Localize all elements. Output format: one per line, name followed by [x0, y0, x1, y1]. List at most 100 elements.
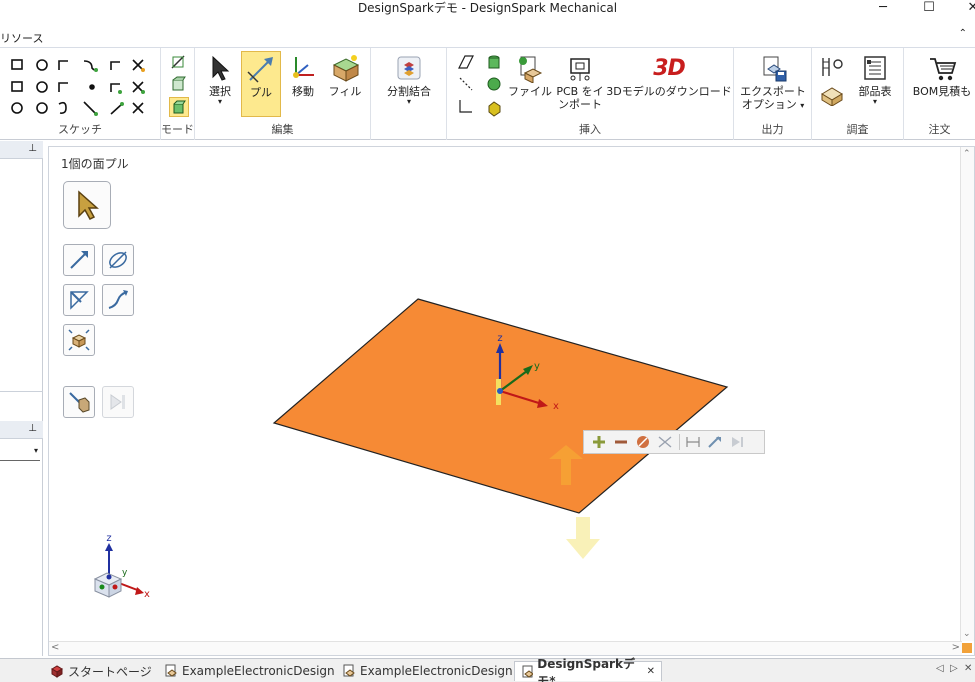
document-tabs: スタートページ ExampleElectronicDesign ExampleE… — [0, 657, 975, 682]
sketch-mode-icon[interactable] — [170, 54, 186, 70]
doc-tab-example-2[interactable]: ExampleElectronicDesign — [336, 661, 519, 681]
orient-z-label: z — [106, 533, 111, 544]
doc-tab-label: ExampleElectronicDesign — [182, 664, 335, 678]
pin-icon[interactable]: ⊥ — [28, 423, 37, 434]
file-insert-icon — [513, 51, 547, 85]
group-edit: 選択 ▾ プル 移動 フィル 編集 — [195, 48, 371, 140]
model-scene[interactable]: z y x z y x — [49, 147, 962, 641]
export-options-button[interactable]: エクスポート オプション ▾ — [738, 51, 808, 117]
move-button[interactable]: 移動 — [283, 51, 323, 117]
group-label-insert: 挿入 — [579, 123, 601, 136]
group-label-mode: モード — [161, 123, 194, 136]
close-all-tabs-icon[interactable]: ✕ — [964, 663, 972, 674]
minimize-button[interactable]: ─ — [868, 0, 898, 18]
horizontal-scrollbar[interactable]: < > — [49, 641, 962, 655]
split-combine-icon — [392, 51, 426, 85]
pcb-import-button[interactable]: PCB をイ ンポート — [553, 51, 607, 117]
ribbon: スケッチ モード 選択 ▾ プル 移動 フィル 編集 分割結合 ▾ ファイル P… — [0, 48, 975, 140]
ruler-icon[interactable] — [704, 432, 726, 452]
minus-icon[interactable] — [610, 432, 632, 452]
vertical-scrollbar[interactable]: ⌃ ⌄ — [960, 147, 974, 641]
pull-handle-down-arrow[interactable] — [566, 517, 600, 559]
panel-divider — [0, 391, 43, 392]
pcb-import-label-2: ンポート — [558, 98, 602, 111]
tab-scroll-left-icon[interactable]: ◁ — [936, 663, 944, 674]
split-combine-button[interactable]: 分割結合 ▾ — [379, 51, 439, 117]
pin-icon[interactable]: ⊥ — [28, 143, 37, 154]
export-icon — [756, 51, 790, 85]
skip-icon[interactable] — [726, 432, 748, 452]
group-inspect: 部品表 ▾ 調査 — [812, 48, 904, 140]
close-tab-icon[interactable]: ✕ — [647, 666, 655, 677]
doc-tab-designspark-demo[interactable]: DesignSparkデモ* ✕ — [514, 657, 662, 682]
stop-icon[interactable] — [632, 432, 654, 452]
fill-button[interactable]: フィル — [325, 51, 365, 117]
bom-quote-button[interactable]: BOM見積も — [910, 51, 974, 117]
plus-icon[interactable] — [588, 432, 610, 452]
triad-x-label: x — [553, 401, 559, 412]
3d-logo-text: 3D — [653, 55, 686, 81]
design-file-icon — [343, 664, 355, 677]
pcb-icon — [563, 51, 597, 85]
orientation-indicator[interactable]: z y x — [93, 533, 150, 600]
doc-tab-example-1[interactable]: ExampleElectronicDesign — [158, 661, 341, 681]
group-insert: ファイル PCB をイ ンポート 3D 3Dモデルのダウンロード 挿入 — [447, 48, 734, 140]
selected-face[interactable] — [272, 298, 729, 514]
file-insert-button[interactable]: ファイル — [508, 51, 552, 117]
select-button[interactable]: 選択 ▾ — [201, 51, 239, 117]
measure-pull-icon[interactable] — [682, 432, 704, 452]
title-bar: DesignSparkデモ - DesignSpark Mechanical ─… — [0, 0, 975, 22]
move-label: 移動 — [292, 85, 314, 98]
measure-icon[interactable] — [820, 56, 844, 78]
fill-label: フィル — [328, 85, 362, 98]
section-mode-icon[interactable] — [170, 76, 186, 92]
move-icon — [286, 51, 320, 85]
ribbon-collapse-icon[interactable]: ⌃ — [959, 28, 967, 39]
doc-tab-label: ExampleElectronicDesign — [360, 664, 513, 678]
cart-icon — [925, 51, 959, 85]
triad-z-label: z — [497, 333, 502, 344]
doc-tab-label: スタートページ — [68, 664, 152, 679]
design-file-icon — [165, 664, 177, 677]
bom-quote-label: BOM見積も — [912, 85, 972, 98]
parts-list-icon — [858, 51, 892, 85]
tab-scroll-right-icon[interactable]: ▷ — [950, 663, 958, 674]
3d-logo-icon: 3D — [639, 51, 699, 85]
options-dropdown[interactable]: ▾ — [0, 443, 40, 461]
insert-shapes-icons[interactable] — [457, 54, 507, 120]
group-mode: モード — [161, 48, 195, 140]
cursor-icon — [203, 51, 237, 85]
structure-panel-header: ⊥ — [0, 141, 43, 159]
group-label-order: 注文 — [928, 123, 951, 136]
doc-tab-label: DesignSparkデモ* — [537, 656, 635, 682]
resize-grip[interactable] — [962, 643, 972, 653]
orient-x-label: x — [144, 589, 150, 600]
design-viewport[interactable]: 1個の面プル z y x z y x ⌃ ⌄ < > — [48, 146, 975, 656]
3d-mode-icon[interactable] — [169, 97, 189, 117]
group-label-inspect: 調査 — [846, 123, 869, 136]
group-label-sketch: スケッチ — [58, 123, 102, 136]
group-label-edit: 編集 — [271, 123, 294, 136]
group-order: BOM見積も 注文 — [904, 48, 975, 140]
close-button[interactable]: ✕ — [958, 0, 975, 18]
doc-tab-start-page[interactable]: スタートページ — [44, 661, 158, 681]
group-output: エクスポート オプション ▾ 出力 — [734, 48, 812, 140]
tab-resources[interactable]: リソース — [0, 30, 43, 46]
orient-y-label: y — [122, 568, 128, 578]
parts-list-button[interactable]: 部品表 ▾ — [852, 51, 898, 117]
triad-y-label: y — [534, 361, 540, 372]
sketch-tools-icons[interactable] — [4, 52, 164, 124]
start-page-icon — [51, 665, 63, 678]
export-label-1: エクスポート — [740, 85, 806, 98]
fill-icon — [328, 51, 362, 85]
download-3d-model-button[interactable]: 3D 3Dモデルのダウンロード — [606, 51, 731, 117]
download-3d-model-label: 3Dモデルのダウンロード — [606, 85, 732, 98]
left-panel: ⊥ ⊥ ▾ — [0, 141, 43, 656]
maximize-button[interactable]: ☐ — [914, 0, 944, 18]
no-merge-icon[interactable] — [654, 432, 676, 452]
options-panel-header: ⊥ — [0, 421, 43, 439]
block-icon[interactable] — [820, 84, 844, 106]
pull-button[interactable]: プル — [241, 51, 281, 117]
pull-label: プル — [250, 86, 272, 99]
file-insert-label: ファイル — [508, 85, 552, 98]
